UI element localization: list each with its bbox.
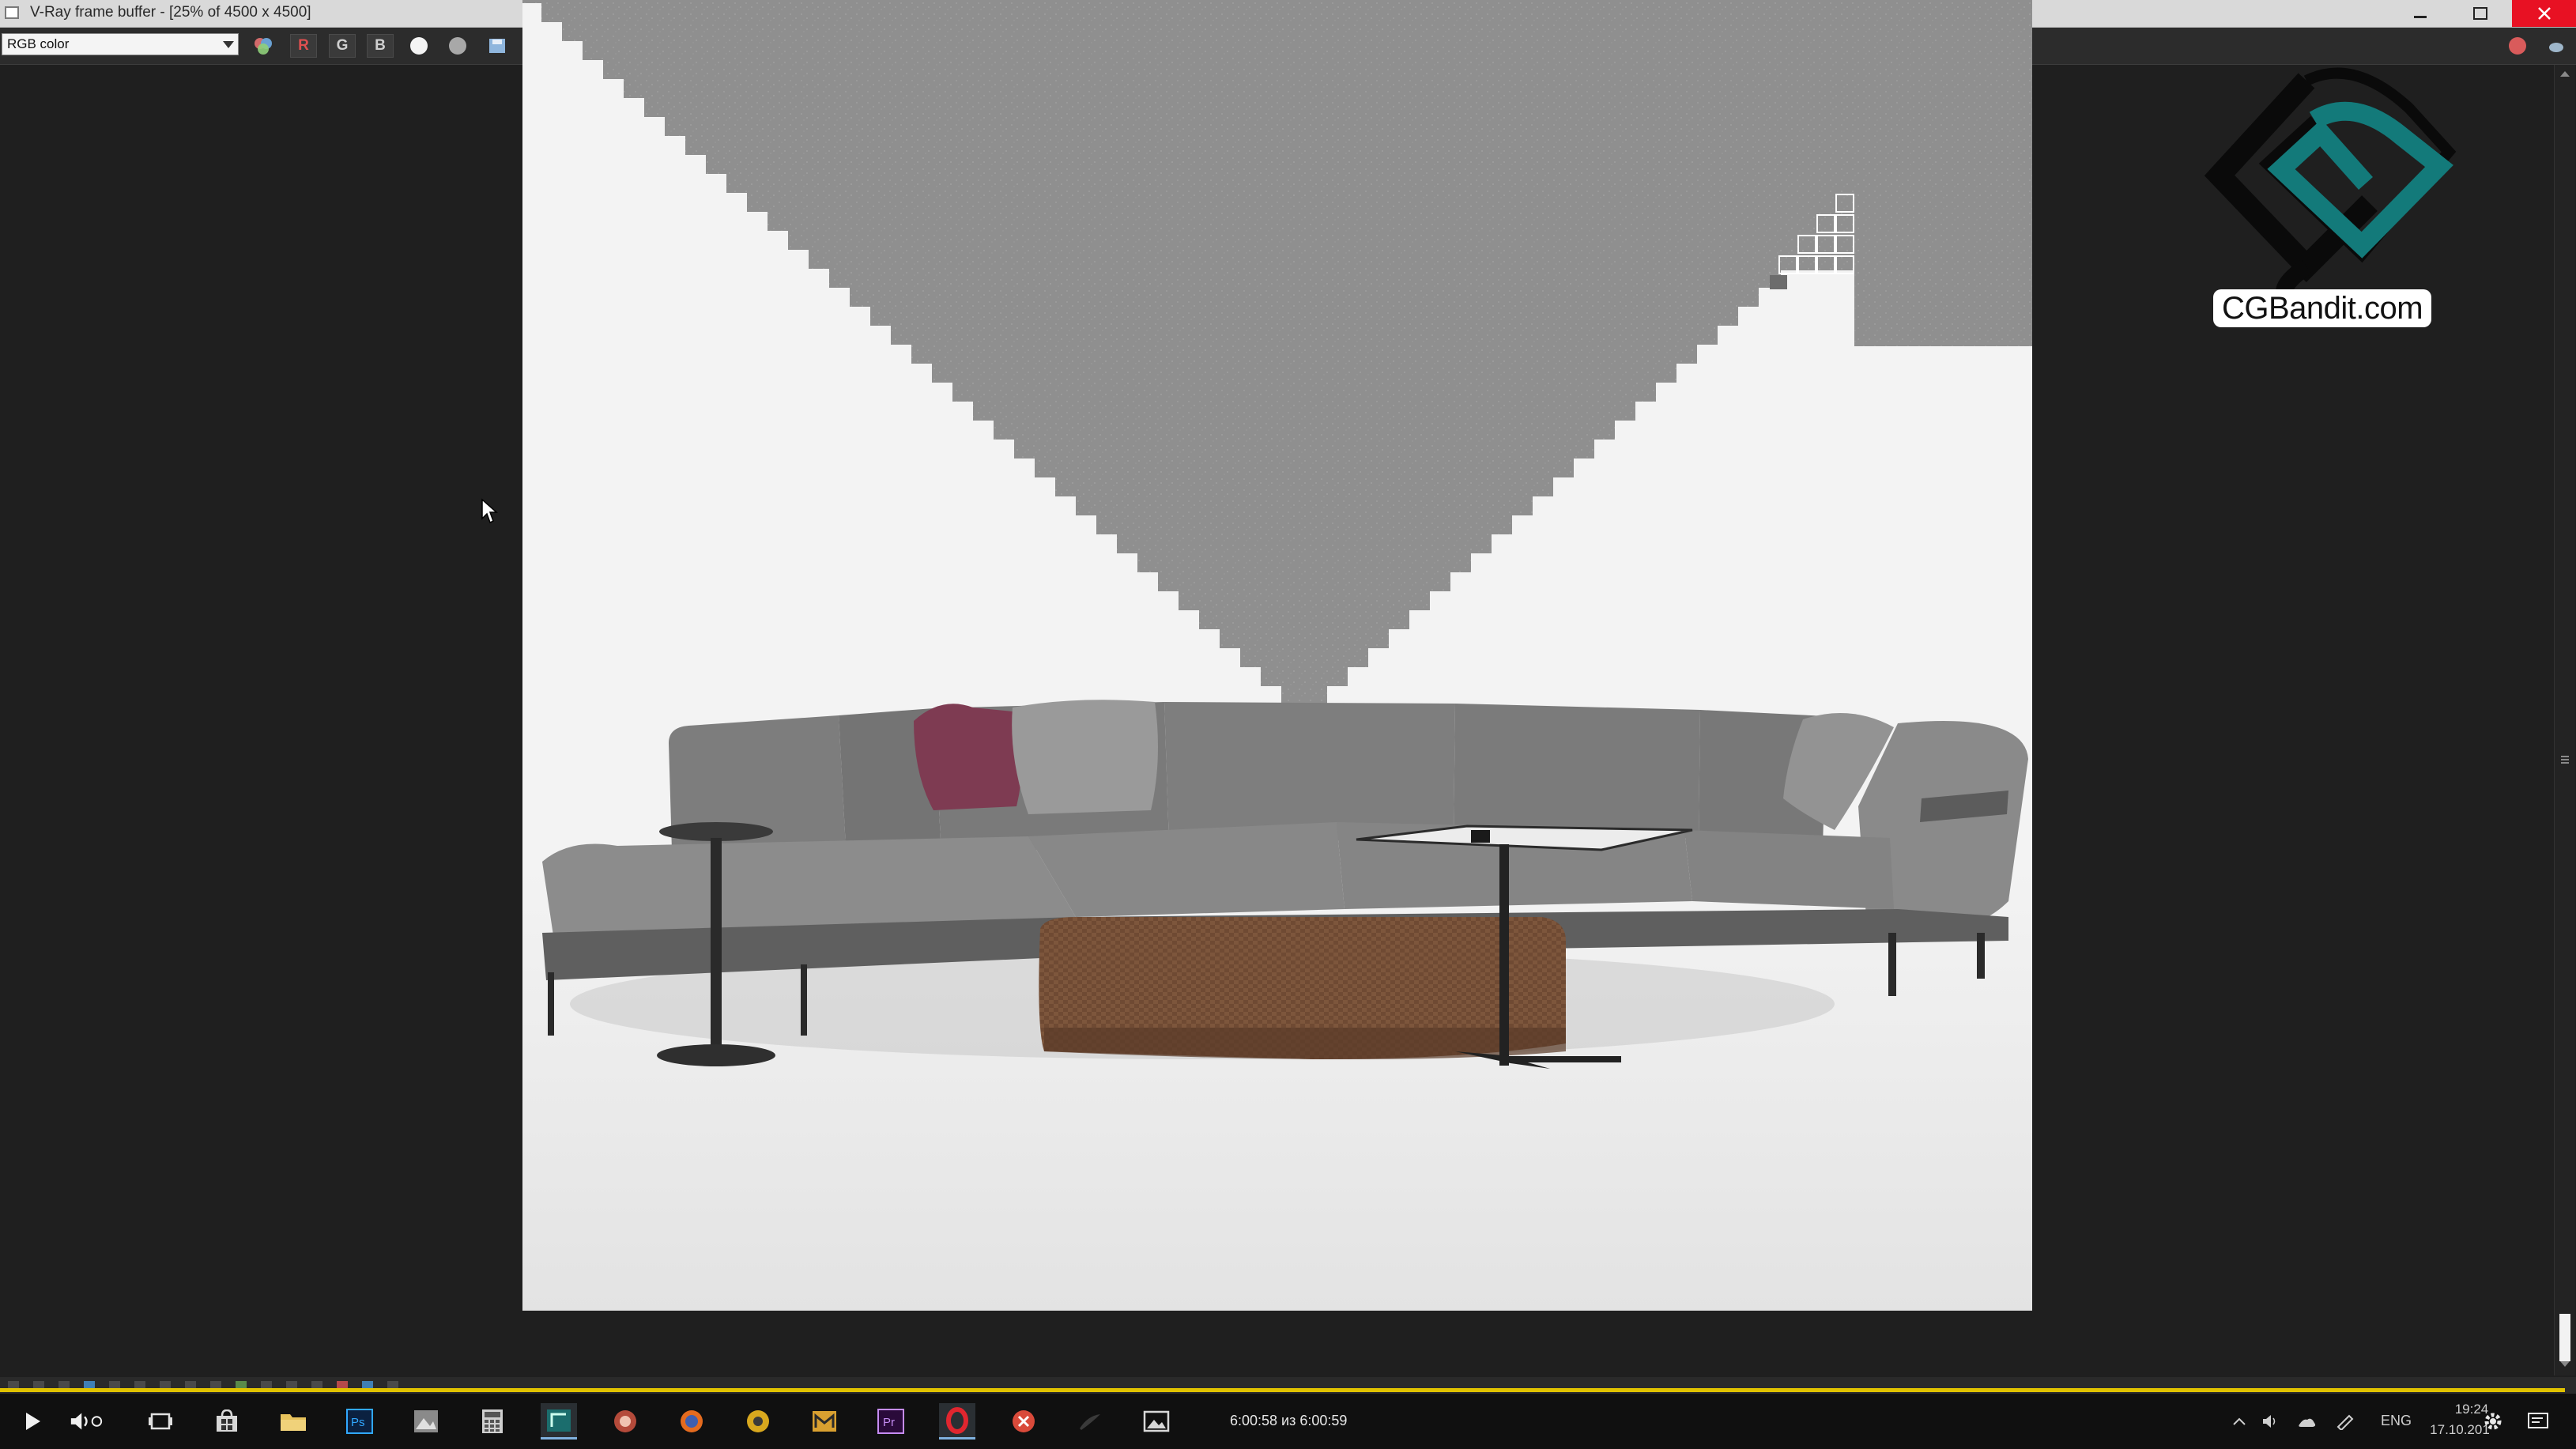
channel-g-button[interactable]: G — [329, 34, 356, 58]
play-icon — [26, 1413, 40, 1430]
save-image-button[interactable] — [484, 34, 511, 58]
notification-center-button[interactable] — [2523, 1403, 2555, 1440]
taskbar-gmail[interactable] — [806, 1403, 843, 1440]
notification-icon — [2528, 1413, 2548, 1428]
minimize-icon — [2414, 15, 2427, 18]
taskbar-close-app[interactable] — [1005, 1403, 1042, 1440]
chevron-up-icon — [2233, 1417, 2246, 1425]
scroll-down-icon[interactable] — [2560, 1361, 2570, 1367]
record-icon — [614, 1410, 636, 1432]
play-button[interactable] — [14, 1403, 51, 1440]
close-icon — [2537, 7, 2551, 20]
taskbar-recorder[interactable] — [607, 1403, 643, 1440]
tray-settings[interactable] — [2479, 1403, 2507, 1440]
tray-pen[interactable] — [2333, 1403, 2357, 1440]
calculator-icon — [482, 1409, 503, 1433]
scrollbar-thumb[interactable] — [2559, 1314, 2570, 1361]
vertical-scrollbar[interactable] — [2554, 65, 2575, 1375]
color-balls-button[interactable] — [250, 34, 277, 58]
woven-ottoman — [1039, 917, 1566, 1059]
taskbar-chrome[interactable] — [740, 1403, 776, 1440]
taskbar-firefox[interactable] — [673, 1403, 710, 1440]
taskbar-premiere[interactable]: Pr — [873, 1403, 909, 1440]
taskbar-photoshop[interactable]: Ps — [341, 1403, 378, 1440]
scroll-up-icon[interactable] — [2560, 71, 2570, 77]
network-icon — [2299, 1418, 2316, 1427]
logo-text: CGBandit.com — [2213, 289, 2431, 327]
chevron-down-icon — [223, 41, 234, 48]
channel-b-button[interactable]: B — [367, 34, 394, 58]
folder-icon — [281, 1414, 306, 1431]
tray-chevron[interactable] — [2227, 1403, 2251, 1440]
opera-icon — [946, 1406, 968, 1434]
speaker-icon — [2263, 1415, 2276, 1428]
restore-button[interactable] — [2450, 0, 2510, 27]
taskbar-feather-app[interactable] — [1072, 1403, 1108, 1440]
volume-button[interactable] — [68, 1403, 104, 1440]
minimize-button[interactable] — [2390, 0, 2450, 27]
image-editor-icon — [414, 1410, 438, 1432]
tray-network[interactable] — [2295, 1403, 2319, 1440]
window-title: V-Ray frame buffer - [25% of 4500 x 4500… — [30, 4, 311, 21]
channel-select[interactable]: RGB color — [2, 33, 239, 55]
save-image-icon — [489, 39, 505, 53]
premiere-icon: Pr — [877, 1409, 904, 1434]
taskbar-calculator[interactable] — [474, 1403, 511, 1440]
stop-render-icon — [2509, 37, 2526, 55]
pen-icon — [2337, 1414, 2354, 1430]
stop-render-button[interactable] — [2504, 34, 2531, 58]
taskbar-explorer[interactable] — [275, 1403, 311, 1440]
grey-dot-icon — [449, 37, 466, 55]
svg-text:Ps: Ps — [351, 1416, 365, 1429]
channel-r-button[interactable]: R — [290, 34, 317, 58]
close-circle-icon — [1013, 1410, 1035, 1432]
render-teapot-button[interactable] — [2544, 34, 2570, 58]
active-bucket-fill — [1770, 275, 1787, 289]
taskbar-opera[interactable] — [939, 1403, 975, 1440]
scroll-grip-icon — [2561, 756, 2569, 765]
render-image[interactable] — [522, 0, 2032, 1311]
color-balls-icon — [255, 38, 272, 55]
taskbar-3dsmax[interactable] — [541, 1403, 577, 1440]
chrome-icon — [747, 1410, 769, 1432]
render-teapot-icon — [2549, 43, 2563, 52]
store-icon — [217, 1409, 237, 1432]
task-view-icon — [149, 1413, 172, 1430]
photos-icon — [1143, 1410, 1170, 1432]
task-view-button[interactable] — [142, 1403, 179, 1440]
taskbar-store[interactable] — [209, 1403, 245, 1440]
taskbar-image-editor[interactable] — [408, 1403, 444, 1440]
video-timecode: 6:00:58 из 6:00:59 — [1230, 1413, 1348, 1428]
feather-icon — [1080, 1414, 1100, 1430]
gear-icon — [2484, 1413, 2502, 1430]
firefox-icon — [681, 1410, 703, 1432]
render-canvas — [522, 0, 2032, 1311]
video-progress-bar[interactable] — [0, 1388, 2565, 1392]
taskbar-photos[interactable] — [1138, 1403, 1175, 1440]
grey-dot-button[interactable] — [444, 34, 471, 58]
language-indicator[interactable]: ENG — [2381, 1413, 2412, 1429]
3dsmax-icon — [547, 1409, 571, 1432]
photoshop-icon: Ps — [346, 1409, 373, 1434]
mouse-cursor-icon — [481, 498, 498, 524]
svg-text:Pr: Pr — [883, 1416, 895, 1429]
close-button[interactable] — [2512, 0, 2576, 27]
mail-icon — [813, 1411, 836, 1432]
volume-icon — [70, 1413, 103, 1430]
white-dot-icon — [410, 37, 428, 55]
channel-select-value: RGB color — [7, 36, 70, 51]
vray-app-icon — [5, 6, 19, 19]
tray-volume[interactable] — [2259, 1403, 2283, 1440]
taskbar: Ps Pr 6:00:58 из 6:00:59 ENG 19:24 17.10… — [0, 1394, 2576, 1449]
white-dot-button[interactable] — [405, 34, 432, 58]
restore-icon — [2473, 7, 2487, 20]
